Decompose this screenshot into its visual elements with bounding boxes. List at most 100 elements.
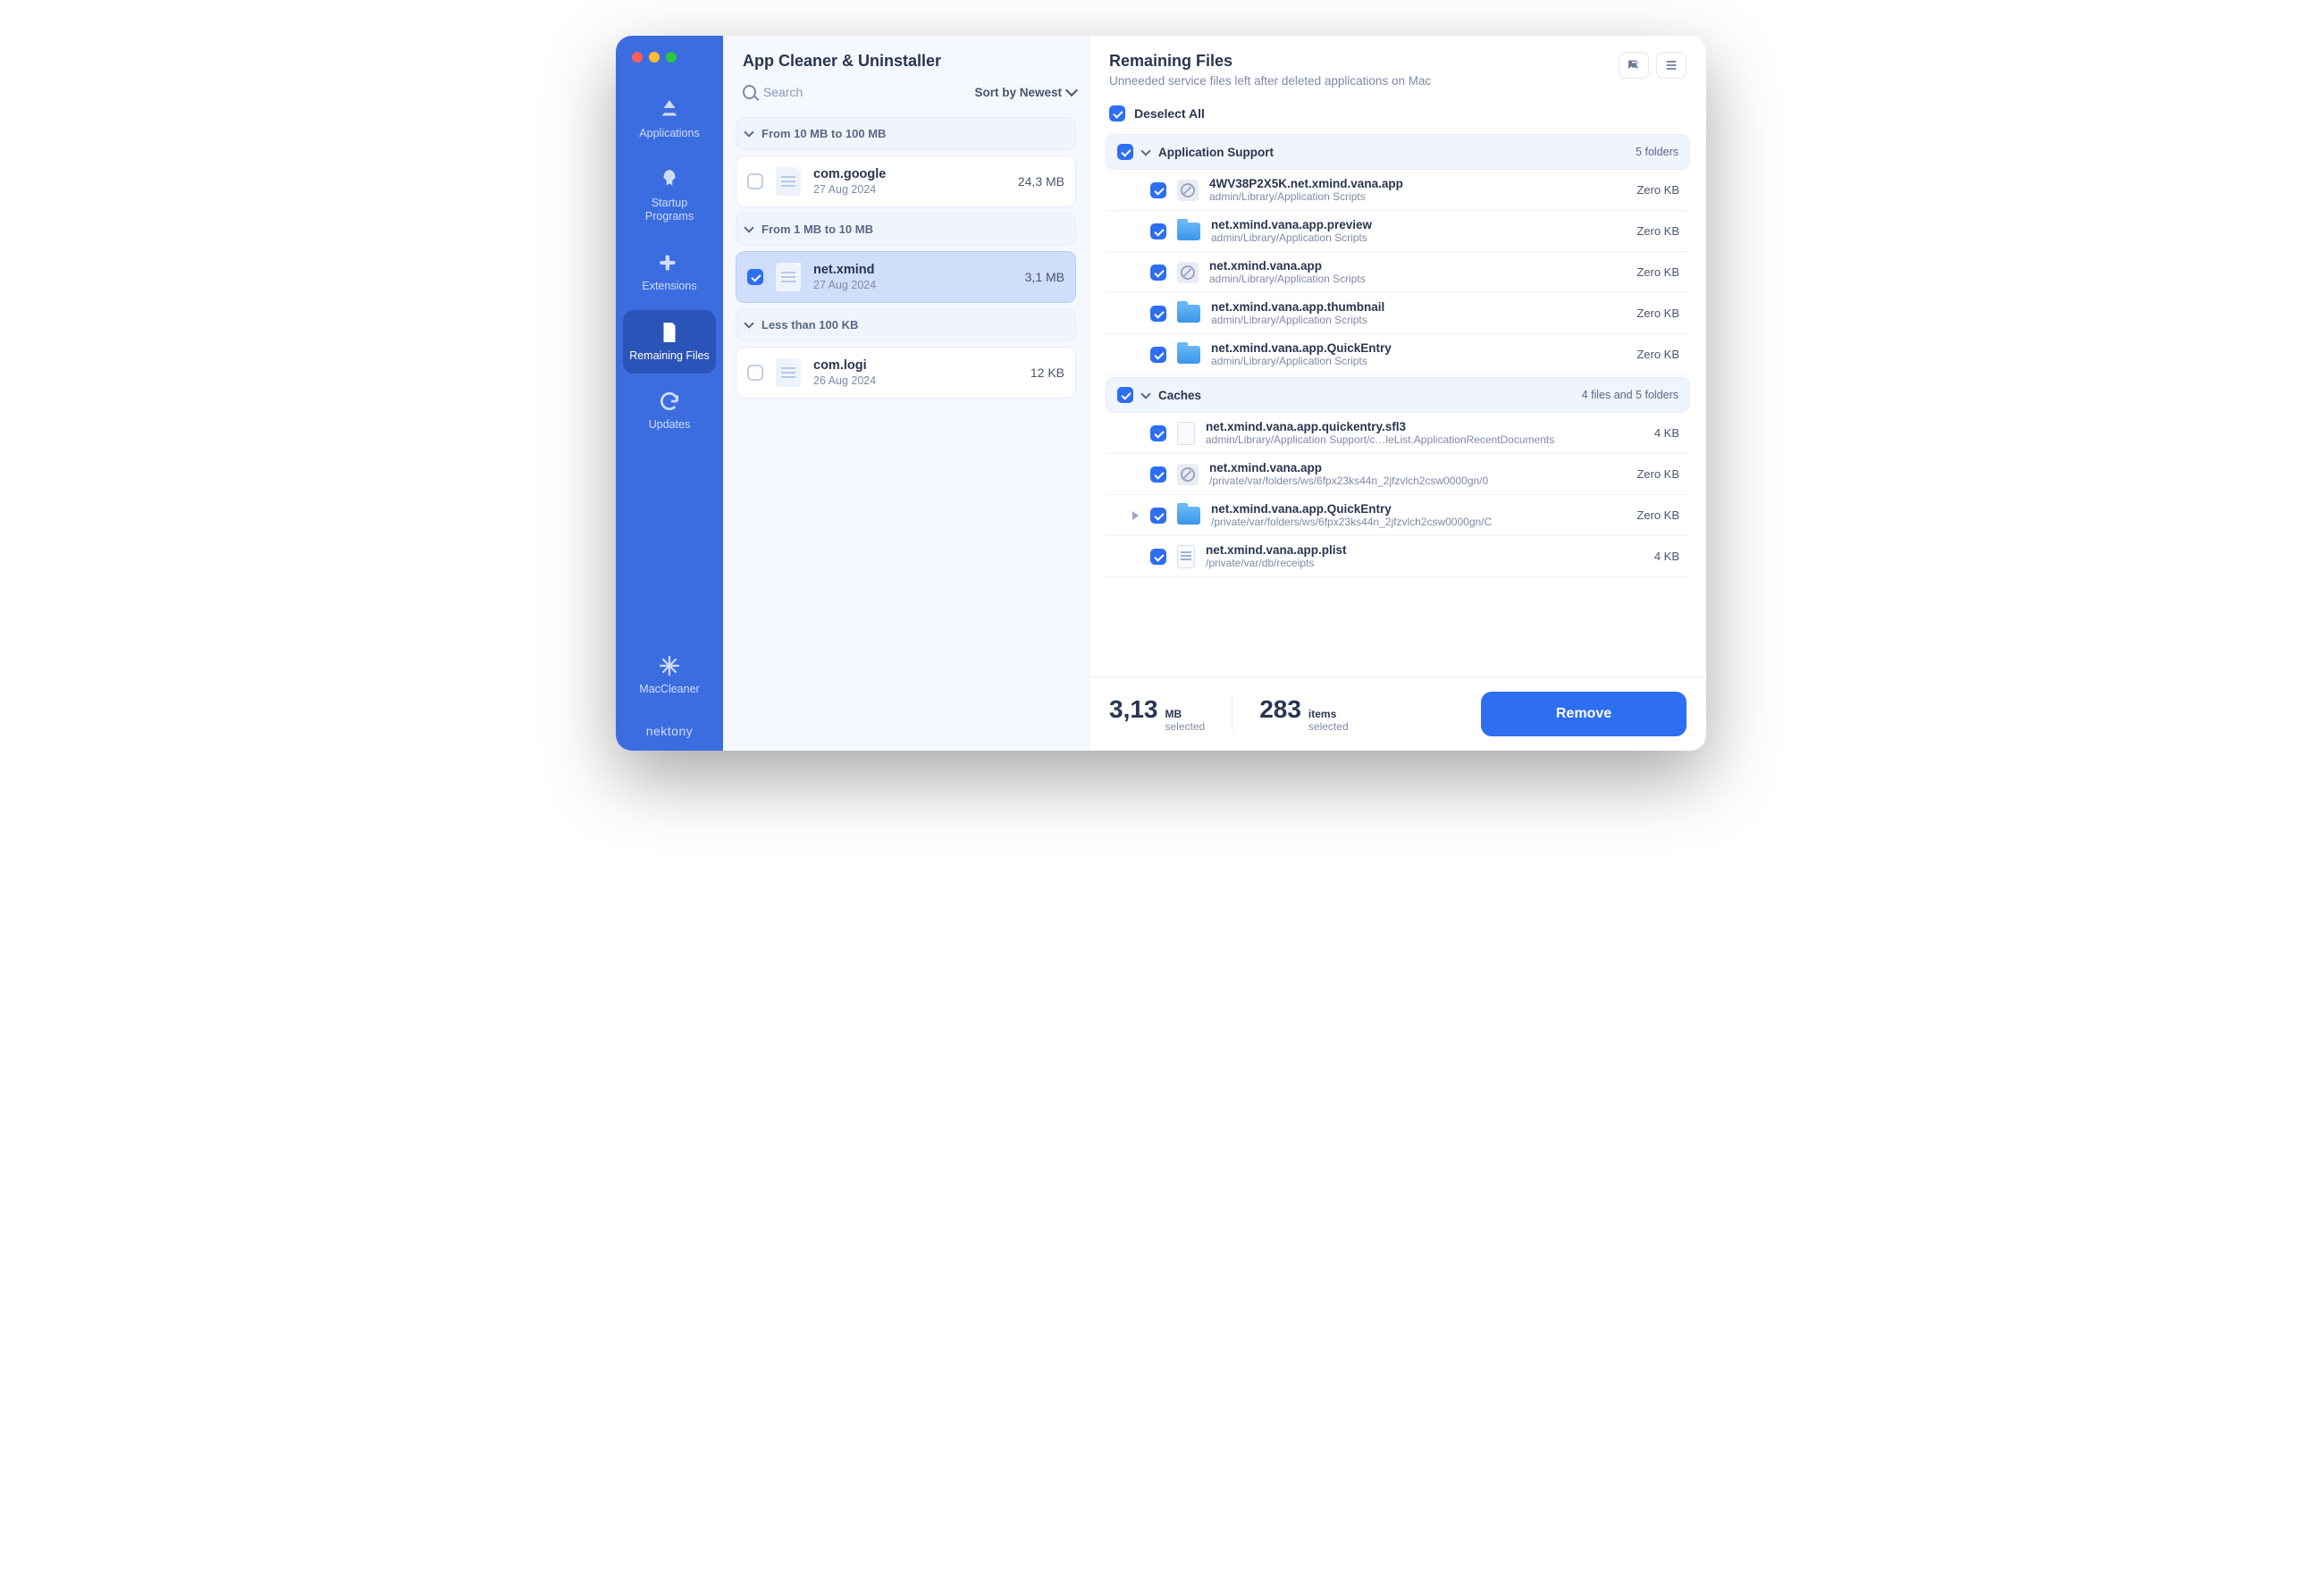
app-row[interactable]: com.logi 26 Aug 2024 12 KB bbox=[736, 347, 1076, 399]
app-checkbox[interactable] bbox=[747, 365, 763, 381]
file-size: Zero KB bbox=[1626, 183, 1679, 197]
file-row[interactable]: net.xmind.vana.app.plist /private/var/db… bbox=[1106, 536, 1690, 577]
file-checkbox[interactable] bbox=[1150, 223, 1166, 239]
file-size: Zero KB bbox=[1626, 467, 1679, 481]
category-checkbox[interactable] bbox=[1117, 387, 1133, 403]
chat-button[interactable] bbox=[1619, 52, 1649, 79]
group-title: From 10 MB to 100 MB bbox=[761, 127, 886, 140]
file-size: 4 KB bbox=[1626, 550, 1679, 563]
sidebar-item-remaining-files[interactable]: Remaining Files bbox=[623, 310, 716, 374]
close-window-button[interactable] bbox=[632, 52, 643, 63]
sidebar-item-updates[interactable]: Updates bbox=[623, 379, 716, 443]
category-header[interactable]: Caches 4 files and 5 folders bbox=[1106, 377, 1690, 413]
file-row[interactable]: net.xmind.vana.app /private/var/folders/… bbox=[1106, 454, 1690, 495]
folder-icon bbox=[1177, 346, 1200, 364]
page-title: App Cleaner & Uninstaller bbox=[743, 52, 1069, 71]
file-size: Zero KB bbox=[1626, 508, 1679, 522]
file-row[interactable]: net.xmind.vana.app.quickentry.sfl3 admin… bbox=[1106, 413, 1690, 454]
sidebar-item-applications[interactable]: Applications bbox=[623, 88, 716, 152]
file-row[interactable]: net.xmind.vana.app admin/Library/Applica… bbox=[1106, 252, 1690, 293]
chevron-down-icon bbox=[744, 223, 753, 232]
app-groups: From 10 MB to 100 MB com.google 27 Aug 2… bbox=[723, 108, 1089, 399]
size-sub: selected bbox=[1165, 721, 1206, 733]
chevron-down-icon bbox=[744, 318, 753, 328]
chevron-down-icon bbox=[1140, 146, 1150, 155]
file-checkbox[interactable] bbox=[1150, 347, 1166, 363]
sort-dropdown[interactable]: Sort by Newest bbox=[974, 86, 1076, 99]
folder-icon bbox=[1177, 507, 1200, 525]
file-size: Zero KB bbox=[1626, 265, 1679, 279]
file-path: admin/Library/Application Scripts bbox=[1211, 355, 1615, 367]
size-unit: MB bbox=[1165, 709, 1206, 720]
file-row[interactable]: 4WV38P2X5K.net.xmind.vana.app admin/Libr… bbox=[1106, 170, 1690, 211]
search-icon bbox=[743, 85, 756, 99]
app-checkbox[interactable] bbox=[747, 269, 763, 285]
file-size: Zero KB bbox=[1626, 307, 1679, 320]
file-checkbox[interactable] bbox=[1150, 182, 1166, 198]
file-checkbox[interactable] bbox=[1150, 306, 1166, 322]
search-row: Sort by Newest bbox=[723, 78, 1089, 108]
detail-header: Remaining Files Unneeded service files l… bbox=[1089, 36, 1706, 97]
sidebar-item-extensions[interactable]: Extensions bbox=[623, 240, 716, 305]
category-name: Application Support bbox=[1158, 146, 1627, 159]
folder-icon bbox=[1177, 223, 1200, 240]
sidebar-bottom: MacCleaner nektony bbox=[616, 643, 723, 738]
file-checkbox[interactable] bbox=[1150, 508, 1166, 524]
rocket-icon bbox=[658, 168, 681, 191]
category-summary: 5 folders bbox=[1636, 146, 1678, 158]
file-path: admin/Library/Application Scripts bbox=[1209, 190, 1615, 203]
chevron-down-icon bbox=[1065, 84, 1078, 97]
expand-toggle[interactable] bbox=[1131, 511, 1140, 520]
file-path: /private/var/folders/ws/6fpx23ks44n_2jfz… bbox=[1209, 475, 1615, 487]
app-row[interactable]: com.google 27 Aug 2024 24,3 MB bbox=[736, 155, 1076, 207]
file-row[interactable]: net.xmind.vana.app.preview admin/Library… bbox=[1106, 211, 1690, 252]
group-header[interactable]: Less than 100 KB bbox=[736, 308, 1076, 341]
group-header[interactable]: From 10 MB to 100 MB bbox=[736, 117, 1076, 150]
app-name: com.google bbox=[813, 167, 1005, 181]
file-name: net.xmind.vana.app.QuickEntry bbox=[1211, 502, 1615, 516]
sidebar-nav: Applications Startup Programs Extensions… bbox=[616, 88, 723, 443]
minimize-window-button[interactable] bbox=[649, 52, 660, 63]
app-name: net.xmind bbox=[813, 263, 1013, 277]
file-path: admin/Library/Application Scripts bbox=[1211, 314, 1615, 326]
zoom-window-button[interactable] bbox=[666, 52, 677, 63]
window-traffic-lights bbox=[632, 52, 677, 63]
file-checkbox[interactable] bbox=[1150, 265, 1166, 281]
detail-title: Remaining Files bbox=[1109, 52, 1619, 71]
search-box bbox=[743, 85, 965, 99]
app-checkbox[interactable] bbox=[747, 173, 763, 189]
search-input[interactable] bbox=[763, 85, 966, 99]
sidebar-item-label: Extensions bbox=[642, 280, 696, 294]
app-window: Applications Startup Programs Extensions… bbox=[616, 36, 1706, 751]
plist-icon bbox=[1177, 545, 1195, 568]
file-name: net.xmind.vana.app.QuickEntry bbox=[1211, 341, 1615, 355]
file-row[interactable]: net.xmind.vana.app.QuickEntry /private/v… bbox=[1106, 495, 1690, 536]
file-size: 4 KB bbox=[1626, 426, 1679, 440]
sidebar-item-startup-programs[interactable]: Startup Programs bbox=[623, 157, 716, 235]
deselect-row: Deselect All bbox=[1089, 97, 1706, 132]
file-checkbox[interactable] bbox=[1150, 466, 1166, 483]
file-checkbox[interactable] bbox=[1150, 549, 1166, 565]
remove-button[interactable]: Remove bbox=[1481, 692, 1687, 736]
sidebar-item-maccleaner[interactable]: MacCleaner bbox=[635, 643, 702, 708]
file-row[interactable]: net.xmind.vana.app.thumbnail admin/Libra… bbox=[1106, 293, 1690, 334]
chevron-down-icon bbox=[744, 127, 753, 137]
group-header[interactable]: From 1 MB to 10 MB bbox=[736, 213, 1076, 246]
deselect-all-checkbox[interactable] bbox=[1109, 105, 1125, 122]
group-title: From 1 MB to 10 MB bbox=[761, 223, 873, 236]
app-name: com.logi bbox=[813, 358, 1018, 373]
app-size: 24,3 MB bbox=[1018, 174, 1064, 189]
document-icon bbox=[776, 167, 801, 196]
file-row[interactable]: net.xmind.vana.app.QuickEntry admin/Libr… bbox=[1106, 334, 1690, 375]
category-checkbox[interactable] bbox=[1117, 144, 1133, 160]
divider bbox=[1232, 696, 1233, 732]
app-row[interactable]: net.xmind 27 Aug 2024 3,1 MB bbox=[736, 251, 1076, 303]
file-path: /private/var/db/receipts bbox=[1206, 557, 1615, 569]
list-view-button[interactable] bbox=[1656, 52, 1687, 79]
refresh-icon bbox=[658, 390, 681, 413]
category-header[interactable]: Application Support 5 folders bbox=[1106, 134, 1690, 170]
size-number: 3,13 bbox=[1109, 695, 1158, 724]
footer-bar: 3,13 MB selected 283 items selected Remo… bbox=[1089, 676, 1706, 751]
header-actions bbox=[1619, 52, 1687, 79]
file-checkbox[interactable] bbox=[1150, 425, 1166, 441]
